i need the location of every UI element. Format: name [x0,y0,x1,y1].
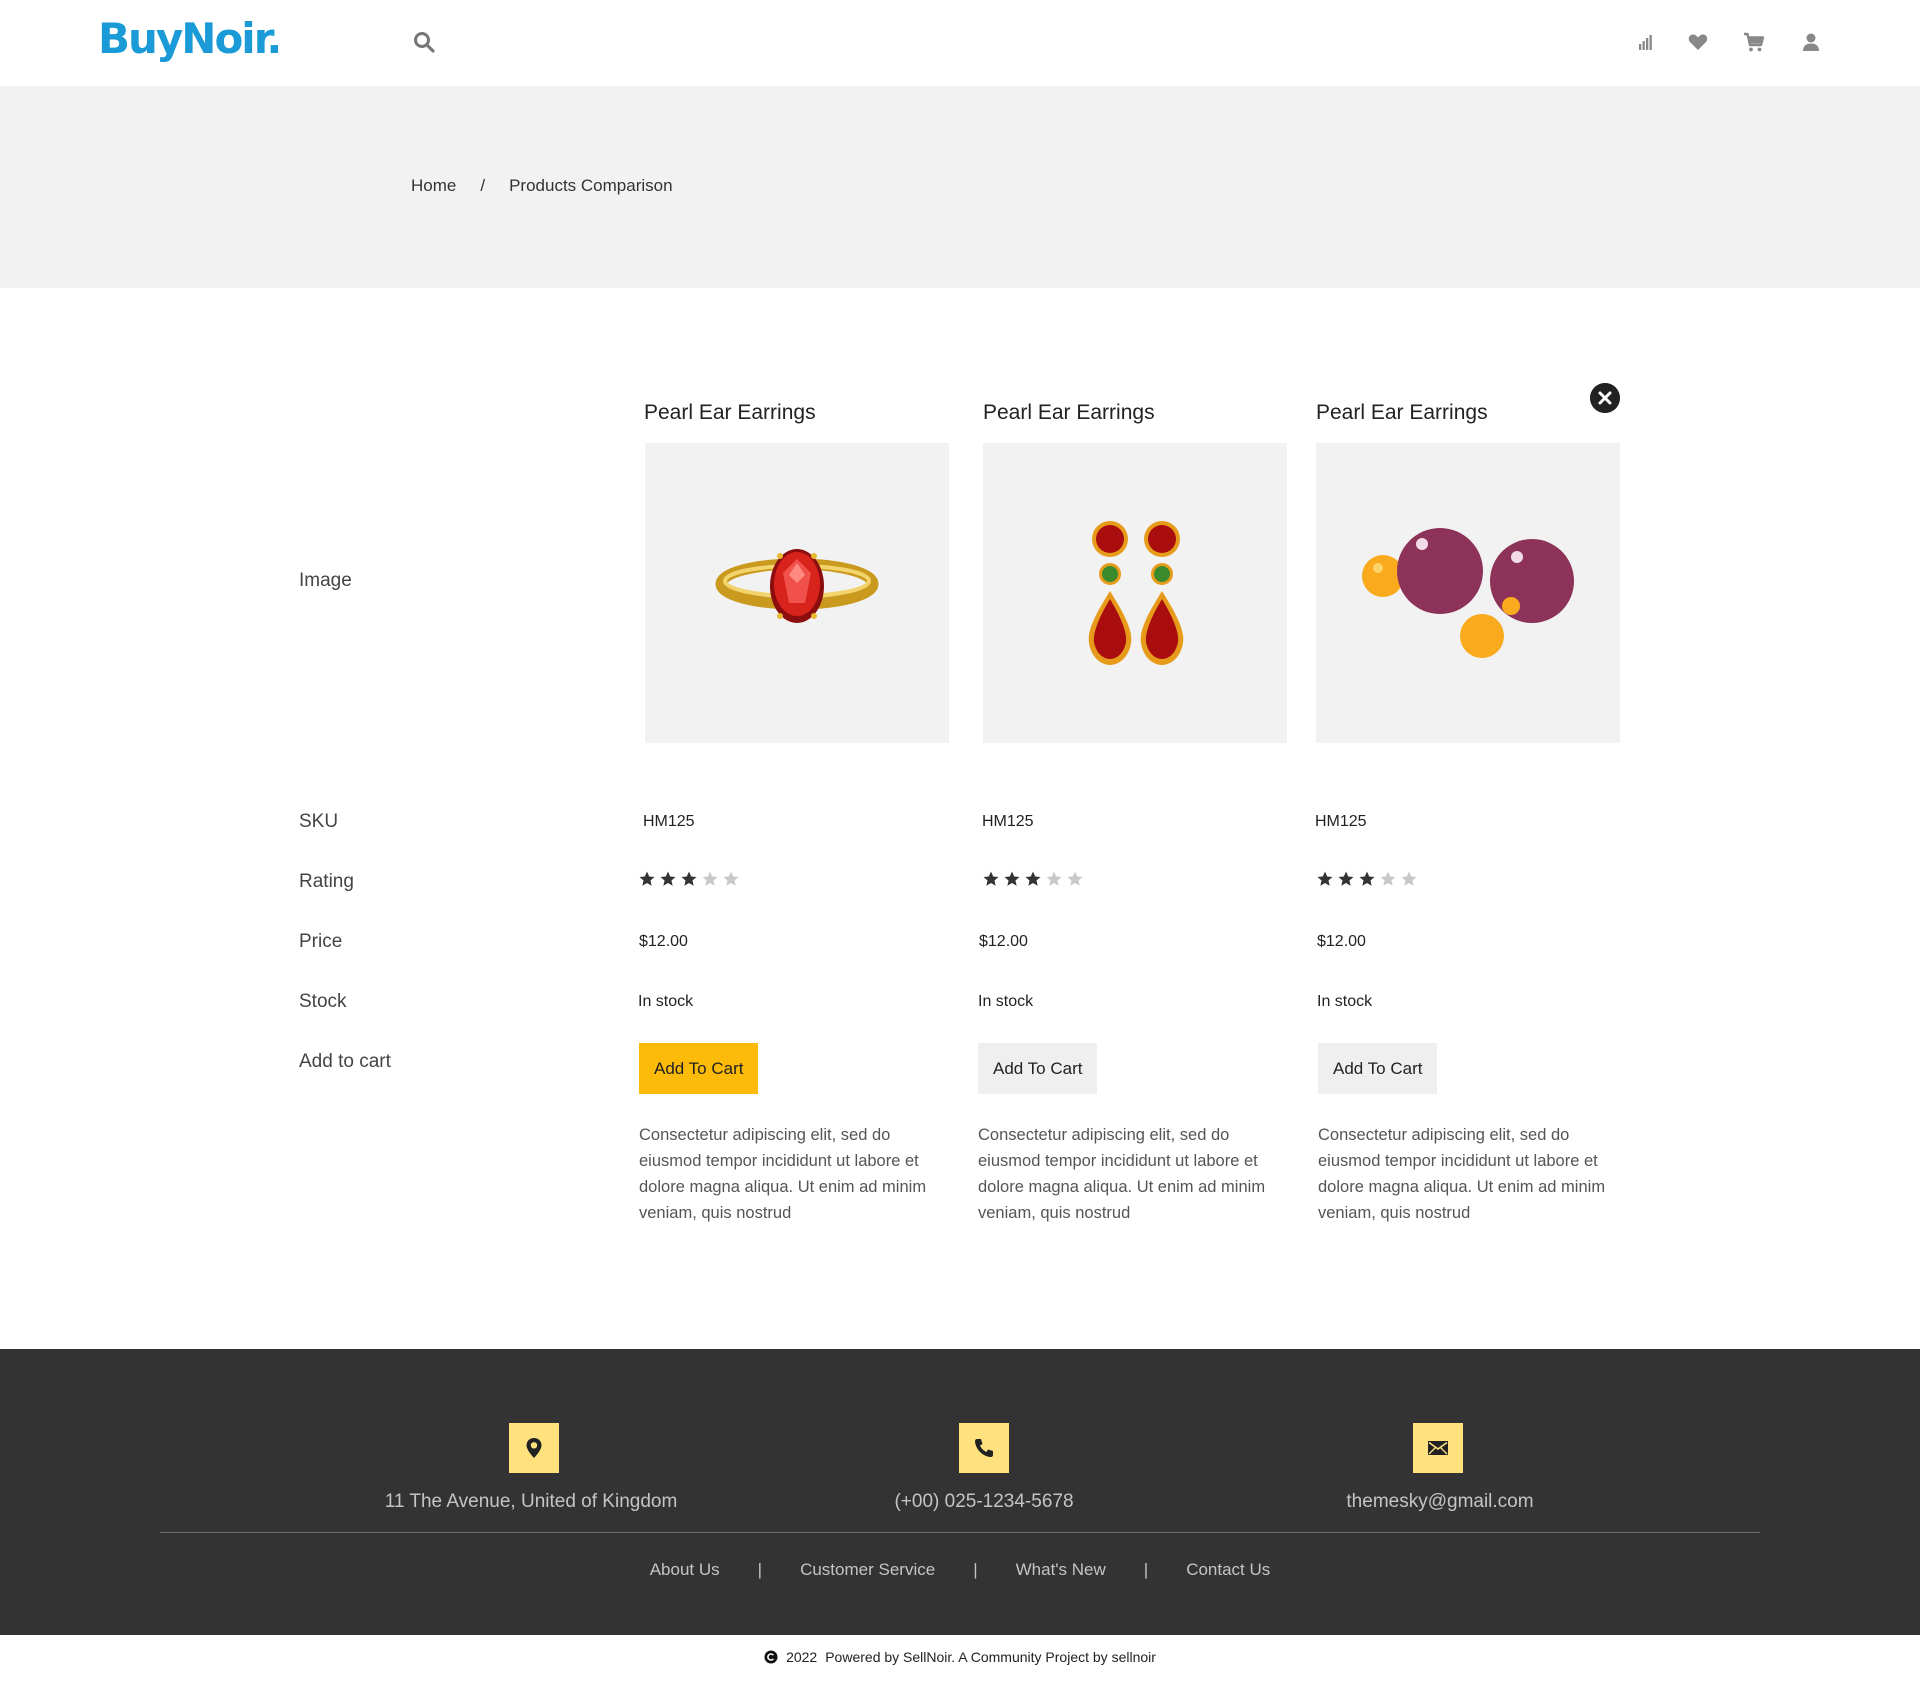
product-title[interactable]: Pearl Ear Earrings [983,401,1155,425]
star-filled-icon [660,871,676,886]
row-label-stock: Stock [299,991,347,1012]
star-empty-icon [1046,871,1062,886]
product-stock-status: In stock [638,993,694,1010]
row-label-price: Price [299,931,343,952]
add-to-cart-button[interactable]: Add To Cart [639,1043,759,1094]
product-rating [1316,870,1418,888]
footer-links: About Us | Customer Service | What's New… [0,1560,1920,1580]
breadcrumb-band [0,86,1920,288]
search-icon[interactable] [412,30,436,54]
product-description: Consectetur adipiscing elit, sed do eius… [639,1126,927,1222]
product-sku: HM125 [982,813,1034,830]
footer-divider [160,1532,1760,1533]
product-image-ruby-ring[interactable] [645,443,949,743]
star-filled-icon [1359,871,1375,886]
star-empty-icon [702,871,718,886]
row-label-rating: Rating [299,871,354,892]
mail-icon [1413,1423,1463,1473]
star-filled-icon [983,871,999,886]
star-filled-icon [1338,871,1354,886]
user-icon[interactable] [1799,30,1823,54]
product-price: $12.00 [1317,933,1366,950]
site-header: BuyNoir. [0,0,1920,86]
star-filled-icon [1004,871,1020,886]
footer-link-about-us[interactable]: About Us [650,1560,720,1580]
product-description: Consectetur adipiscing elit, sed do eius… [1318,1126,1606,1222]
product-price: $12.00 [639,933,688,950]
product-rating [638,870,740,888]
footer-phone[interactable]: (+00) 025-1234-5678 [784,1491,1184,1513]
product-sku: HM125 [643,813,695,830]
product-rating [982,870,1084,888]
product-title[interactable]: Pearl Ear Earrings [644,401,816,425]
star-filled-icon [1025,871,1041,886]
star-empty-icon [1067,871,1083,886]
star-filled-icon [681,871,697,886]
breadcrumb-separator: / [480,176,486,195]
product-price: $12.00 [979,933,1028,950]
star-empty-icon [1401,871,1417,886]
row-label-sku: SKU [299,811,339,832]
breadcrumb-home[interactable]: Home [411,176,456,196]
star-filled-icon [1317,871,1333,886]
product-title[interactable]: Pearl Ear Earrings [1316,401,1488,425]
footer-link-separator: | [973,1560,978,1579]
copyright-icon [764,1650,778,1664]
footer-address: 11 The Avenue, United of Kingdom [384,1491,678,1512]
product-stock-status: In stock [1317,993,1373,1010]
copyright-text: Powered by SellNoir. A Community Project… [825,1649,1156,1665]
remove-product-close-icon[interactable] [1590,383,1620,413]
product-description: Consectetur adipiscing elit, sed do eius… [978,1126,1266,1222]
compare-icon[interactable] [1634,30,1658,54]
breadcrumb: Home / Products Comparison [411,176,673,196]
row-label-add-to-cart: Add to cart [299,1051,391,1072]
site-footer: 11 The Avenue, United of Kingdom (+00) 0… [0,1349,1920,1635]
footer-link-whats-new[interactable]: What's New [1016,1560,1106,1580]
location-pin-icon [509,1423,559,1473]
footer-email[interactable]: themesky@gmail.com [1240,1491,1640,1513]
star-filled-icon [639,871,655,886]
heart-icon[interactable] [1686,30,1710,54]
site-logo[interactable]: BuyNoir. [98,14,282,63]
star-empty-icon [723,871,739,886]
breadcrumb-current: Products Comparison [509,176,673,195]
star-empty-icon [1380,871,1396,886]
product-image-pearl-beads[interactable] [1316,443,1620,743]
footer-link-customer-service[interactable]: Customer Service [800,1560,935,1580]
phone-icon [959,1423,1009,1473]
add-to-cart-button[interactable]: Add To Cart [1318,1043,1438,1094]
footer-link-separator: | [757,1560,763,1579]
product-stock-status: In stock [978,993,1034,1010]
product-image-ruby-drop-earrings[interactable] [983,443,1287,743]
add-to-cart-button[interactable]: Add To Cart [978,1043,1098,1094]
copyright-year: 2022 [786,1649,818,1665]
product-sku: HM125 [1315,813,1367,830]
copyright-bar: 2022 Powered by SellNoir. A Community Pr… [0,1649,1920,1665]
footer-link-separator: | [1143,1560,1149,1579]
cart-icon[interactable] [1742,30,1766,54]
row-label-image: Image [299,570,352,591]
footer-link-contact-us[interactable]: Contact Us [1186,1560,1270,1580]
